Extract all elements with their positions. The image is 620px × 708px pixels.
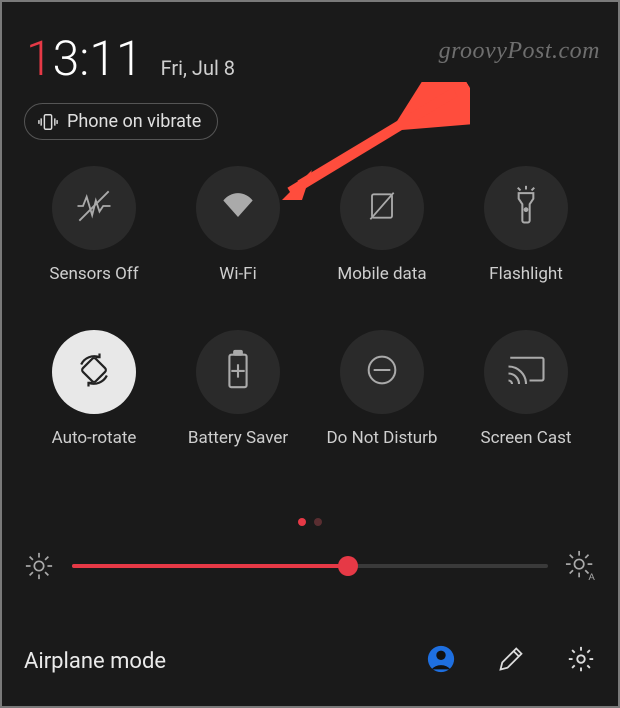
- mobile-data-off-icon: [362, 186, 402, 230]
- tile-wifi-label: Wi-Fi: [219, 264, 256, 284]
- tile-screen-cast-button[interactable]: [484, 330, 568, 414]
- ringer-mode-label: Phone on vibrate: [67, 111, 201, 132]
- tile-do-not-disturb-button[interactable]: [340, 330, 424, 414]
- tile-sensors-off-label: Sensors Off: [49, 264, 138, 284]
- watermark-text: groovyPost.com: [439, 38, 600, 65]
- tile-battery-saver[interactable]: Battery Saver: [166, 330, 310, 448]
- clock: 13:11: [26, 30, 143, 87]
- auto-rotate-icon: [72, 348, 116, 396]
- ringer-mode-pill[interactable]: Phone on vibrate: [24, 103, 218, 140]
- clock-hours-accent: 1: [26, 30, 53, 87]
- tile-flashlight[interactable]: Flashlight: [454, 166, 598, 284]
- brightness-track-fill: [72, 564, 348, 568]
- brightness-low-icon: [22, 551, 56, 581]
- tile-wifi[interactable]: Wi-Fi: [166, 166, 310, 284]
- gear-icon: [566, 644, 596, 678]
- settings-button[interactable]: [564, 644, 598, 678]
- page-dot-1: [298, 518, 306, 526]
- quick-settings-panel: 13:11 Fri, Jul 8 groovyPost.com Phone on…: [0, 0, 620, 708]
- do-not-disturb-icon: [362, 350, 402, 394]
- tile-auto-rotate-label: Auto-rotate: [52, 428, 137, 448]
- tile-flashlight-label: Flashlight: [489, 264, 563, 284]
- clock-rest: 3:11: [53, 30, 143, 87]
- pencil-icon: [497, 645, 525, 677]
- wifi-icon: [216, 184, 260, 232]
- bottom-icons: [424, 644, 598, 678]
- date-label: Fri, Jul 8: [161, 56, 235, 80]
- tile-auto-rotate-button[interactable]: [52, 330, 136, 414]
- brightness-slider[interactable]: [72, 548, 548, 584]
- airplane-mode-label[interactable]: Airplane mode: [24, 649, 424, 674]
- battery-saver-icon: [222, 349, 254, 395]
- tile-mobile-data-label: Mobile data: [337, 264, 426, 284]
- sensors-off-icon: [72, 184, 116, 232]
- tile-auto-rotate[interactable]: Auto-rotate: [22, 330, 166, 448]
- tile-screen-cast[interactable]: Screen Cast: [454, 330, 598, 448]
- tile-sensors-off-button[interactable]: [52, 166, 136, 250]
- tile-do-not-disturb-label: Do Not Disturb: [327, 428, 438, 448]
- user-button[interactable]: [424, 644, 458, 678]
- edit-button[interactable]: [494, 644, 528, 678]
- tile-wifi-button[interactable]: [196, 166, 280, 250]
- page-indicator[interactable]: [0, 518, 620, 526]
- brightness-row: A: [0, 526, 620, 584]
- tile-screen-cast-label: Screen Cast: [481, 428, 572, 448]
- user-icon: [426, 644, 456, 678]
- tile-mobile-data[interactable]: Mobile data: [310, 166, 454, 284]
- tile-do-not-disturb[interactable]: Do Not Disturb: [310, 330, 454, 448]
- tile-sensors-off[interactable]: Sensors Off: [22, 166, 166, 284]
- tile-mobile-data-button[interactable]: [340, 166, 424, 250]
- screen-cast-icon: [505, 352, 547, 392]
- tile-battery-saver-button[interactable]: [196, 330, 280, 414]
- brightness-auto-icon[interactable]: A: [564, 550, 598, 582]
- svg-text:A: A: [589, 571, 596, 582]
- page-dot-2: [314, 518, 322, 526]
- brightness-thumb[interactable]: [338, 556, 358, 576]
- tile-battery-saver-label: Battery Saver: [188, 428, 288, 448]
- bottom-bar: Airplane mode: [0, 618, 620, 708]
- tiles-grid: Sensors Off Wi-Fi M: [0, 140, 620, 448]
- tile-flashlight-button[interactable]: [484, 166, 568, 250]
- flashlight-icon: [507, 184, 545, 232]
- vibrate-icon: [37, 112, 59, 132]
